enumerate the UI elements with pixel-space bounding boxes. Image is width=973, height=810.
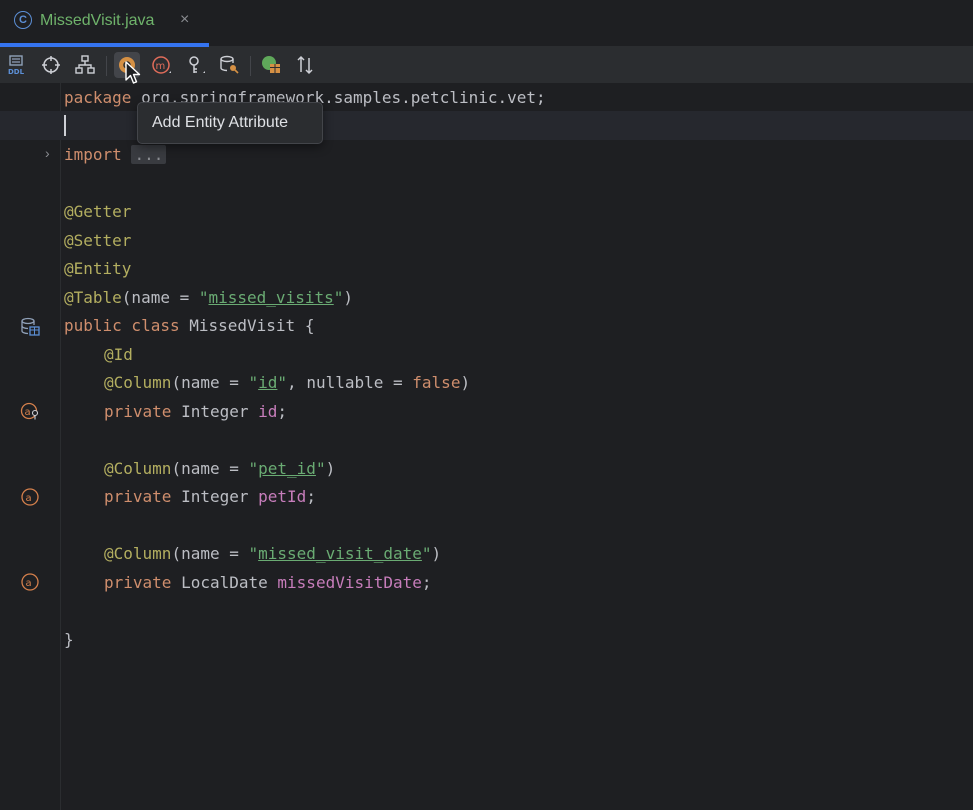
db-search-button[interactable] <box>216 52 242 78</box>
svg-text:a: a <box>26 493 32 504</box>
column-pet-id-link[interactable]: pet_id <box>258 459 316 478</box>
attribute-gutter-icon[interactable]: a <box>20 572 40 592</box>
db-table-button[interactable] <box>258 52 284 78</box>
toolbar-separator <box>106 56 107 76</box>
toolbar-separator <box>250 56 251 76</box>
sort-button[interactable] <box>292 52 318 78</box>
navigate-button[interactable] <box>38 52 64 78</box>
attribute-gutter-icon[interactable]: a <box>20 487 40 507</box>
sort-icon <box>297 55 313 75</box>
code-line-getter: @Getter <box>64 202 132 221</box>
code-line-id-field: private Integer id; <box>104 402 288 421</box>
import-fold[interactable]: ... <box>131 145 167 164</box>
method-icon: m <box>152 56 171 74</box>
svg-text:a: a <box>25 407 31 418</box>
column-id-link[interactable]: id <box>258 373 277 392</box>
editor-tab-bar: C MissedVisit.java × <box>0 0 973 47</box>
code-line-date-field: private LocalDate missedVisitDate; <box>104 573 432 592</box>
java-class-icon: C <box>14 11 32 29</box>
hierarchy-icon <box>75 55 95 74</box>
code-editor[interactable]: › a a a package org.springframework.samp… <box>0 83 973 810</box>
code-line-close-brace: } <box>64 630 74 649</box>
editor-gutter <box>0 83 61 810</box>
svg-text:a: a <box>26 578 32 589</box>
ddl-icon: DDL <box>8 55 25 76</box>
tooltip-text: Add Entity Attribute <box>152 114 289 131</box>
code-line-entity: @Entity <box>64 259 132 278</box>
add-method-button[interactable]: m <box>148 52 174 78</box>
column-missed-visit-date-link[interactable]: missed_visit_date <box>258 544 422 563</box>
fold-arrow-icon[interactable]: › <box>45 145 50 161</box>
code-line-setter: @Setter <box>64 231 132 250</box>
mouse-pointer-icon <box>125 61 141 84</box>
svg-text:DDL: DDL <box>8 68 25 76</box>
table-name-link[interactable]: missed_visits <box>209 288 334 307</box>
key-icon <box>189 56 205 73</box>
entity-table-gutter-icon[interactable] <box>20 317 40 337</box>
jpa-toolbar: DDL m <box>0 47 973 83</box>
tooltip: Add Entity Attribute <box>137 102 323 144</box>
hierarchy-button[interactable] <box>72 52 98 78</box>
db-table-icon <box>262 56 280 73</box>
code-line-date-column: @Column(name = "missed_visit_date") <box>104 544 442 563</box>
tab-title: MissedVisit.java <box>40 12 155 29</box>
code-line-id-column: @Column(name = "id", nullable = false) <box>104 373 471 392</box>
code-line-class: public class MissedVisit { <box>64 316 315 335</box>
id-attribute-gutter-icon[interactable]: a <box>20 401 40 421</box>
code-line-table: @Table(name = "missed_visits") <box>64 288 354 307</box>
code-line-id-annotation: @Id <box>104 345 133 364</box>
crosshair-icon <box>42 56 60 74</box>
add-key-button[interactable] <box>182 52 208 78</box>
code-line-pet-field: private Integer petId; <box>104 487 316 506</box>
close-icon[interactable]: × <box>180 11 189 29</box>
svg-text:m: m <box>156 61 166 72</box>
tab-missedvisit-java[interactable]: C MissedVisit.java × <box>0 0 210 46</box>
text-cursor <box>64 115 66 136</box>
code-line-pet-column: @Column(name = "pet_id") <box>104 459 336 478</box>
ddl-button[interactable]: DDL <box>5 52 31 78</box>
code-line-import: import ... <box>64 141 167 169</box>
db-search-icon <box>220 55 239 74</box>
